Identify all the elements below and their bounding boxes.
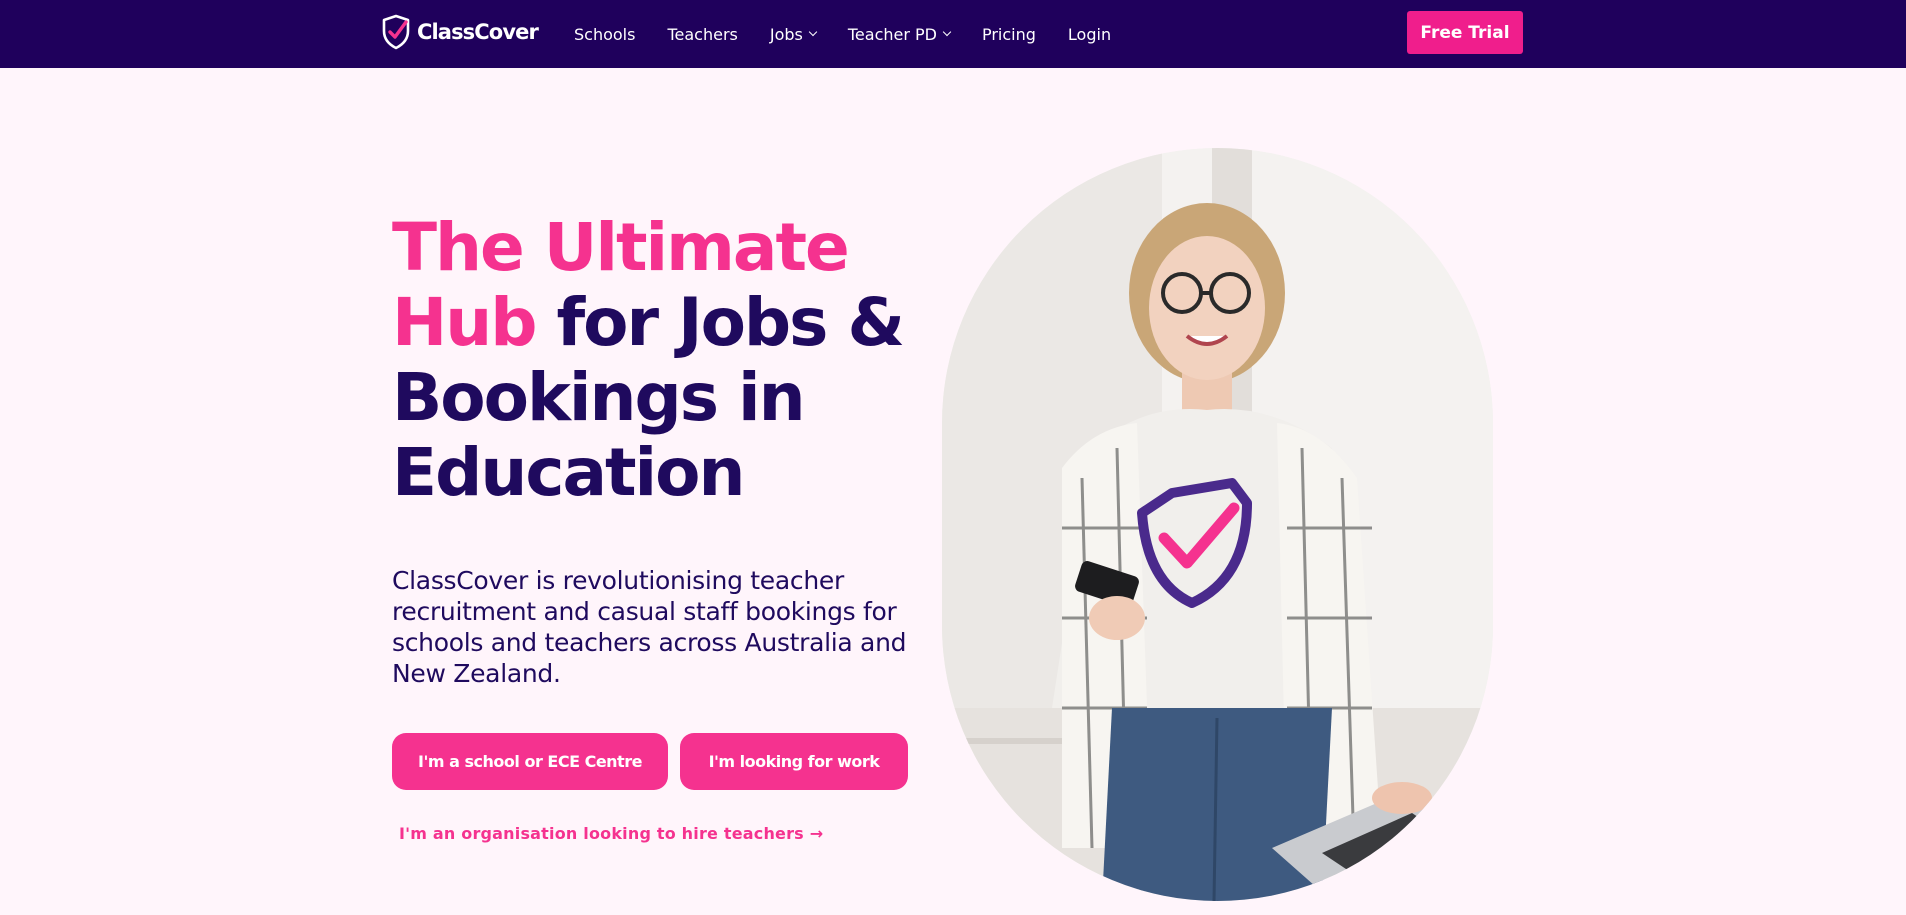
nav-label: Jobs [769,24,803,44]
org-link-label: I'm an organisation looking to hire teac… [399,824,804,843]
nav-pricing[interactable]: Pricing [982,25,1036,44]
chevron-down-icon [808,27,818,37]
nav-schools[interactable]: Schools [574,25,635,44]
nav-label: Schools [574,24,636,44]
nav-label: Pricing [981,24,1036,44]
nav-login[interactable]: Login [1068,25,1111,44]
nav-teachers[interactable]: Teachers [667,25,737,44]
nav-teacher-pd[interactable]: Teacher PD [847,24,952,44]
looking-for-work-button[interactable]: I'm looking for work [680,733,908,790]
teacher-illustration [942,148,1493,901]
free-trial-button[interactable]: Free Trial [1407,11,1523,54]
brand-logo[interactable]: ClassCover [381,14,539,50]
nav-jobs[interactable]: Jobs [769,24,818,44]
chevron-down-icon [942,27,952,37]
main-menu: Schools Teachers Jobs Teacher PD Pricing… [574,0,1143,68]
brand-name: ClassCover [417,20,539,44]
hero-headline: The Ultimate Hub for Jobs & Bookings in … [392,210,912,510]
top-navbar: ClassCover Schools Teachers Jobs Teacher… [0,0,1906,68]
school-button[interactable]: I'm a school or ECE Centre [392,733,668,790]
shield-check-icon [381,14,411,50]
nav-label: Login [1067,24,1112,44]
nav-label: Teachers [667,24,738,44]
hero-photo [942,148,1493,901]
hero-intro: ClassCover is revolutionising teacher re… [392,566,907,688]
nav-label: Teacher PD [847,24,937,44]
arrow-right-icon: → [809,824,824,843]
organisation-hire-link[interactable]: I'm an organisation looking to hire teac… [399,824,823,843]
